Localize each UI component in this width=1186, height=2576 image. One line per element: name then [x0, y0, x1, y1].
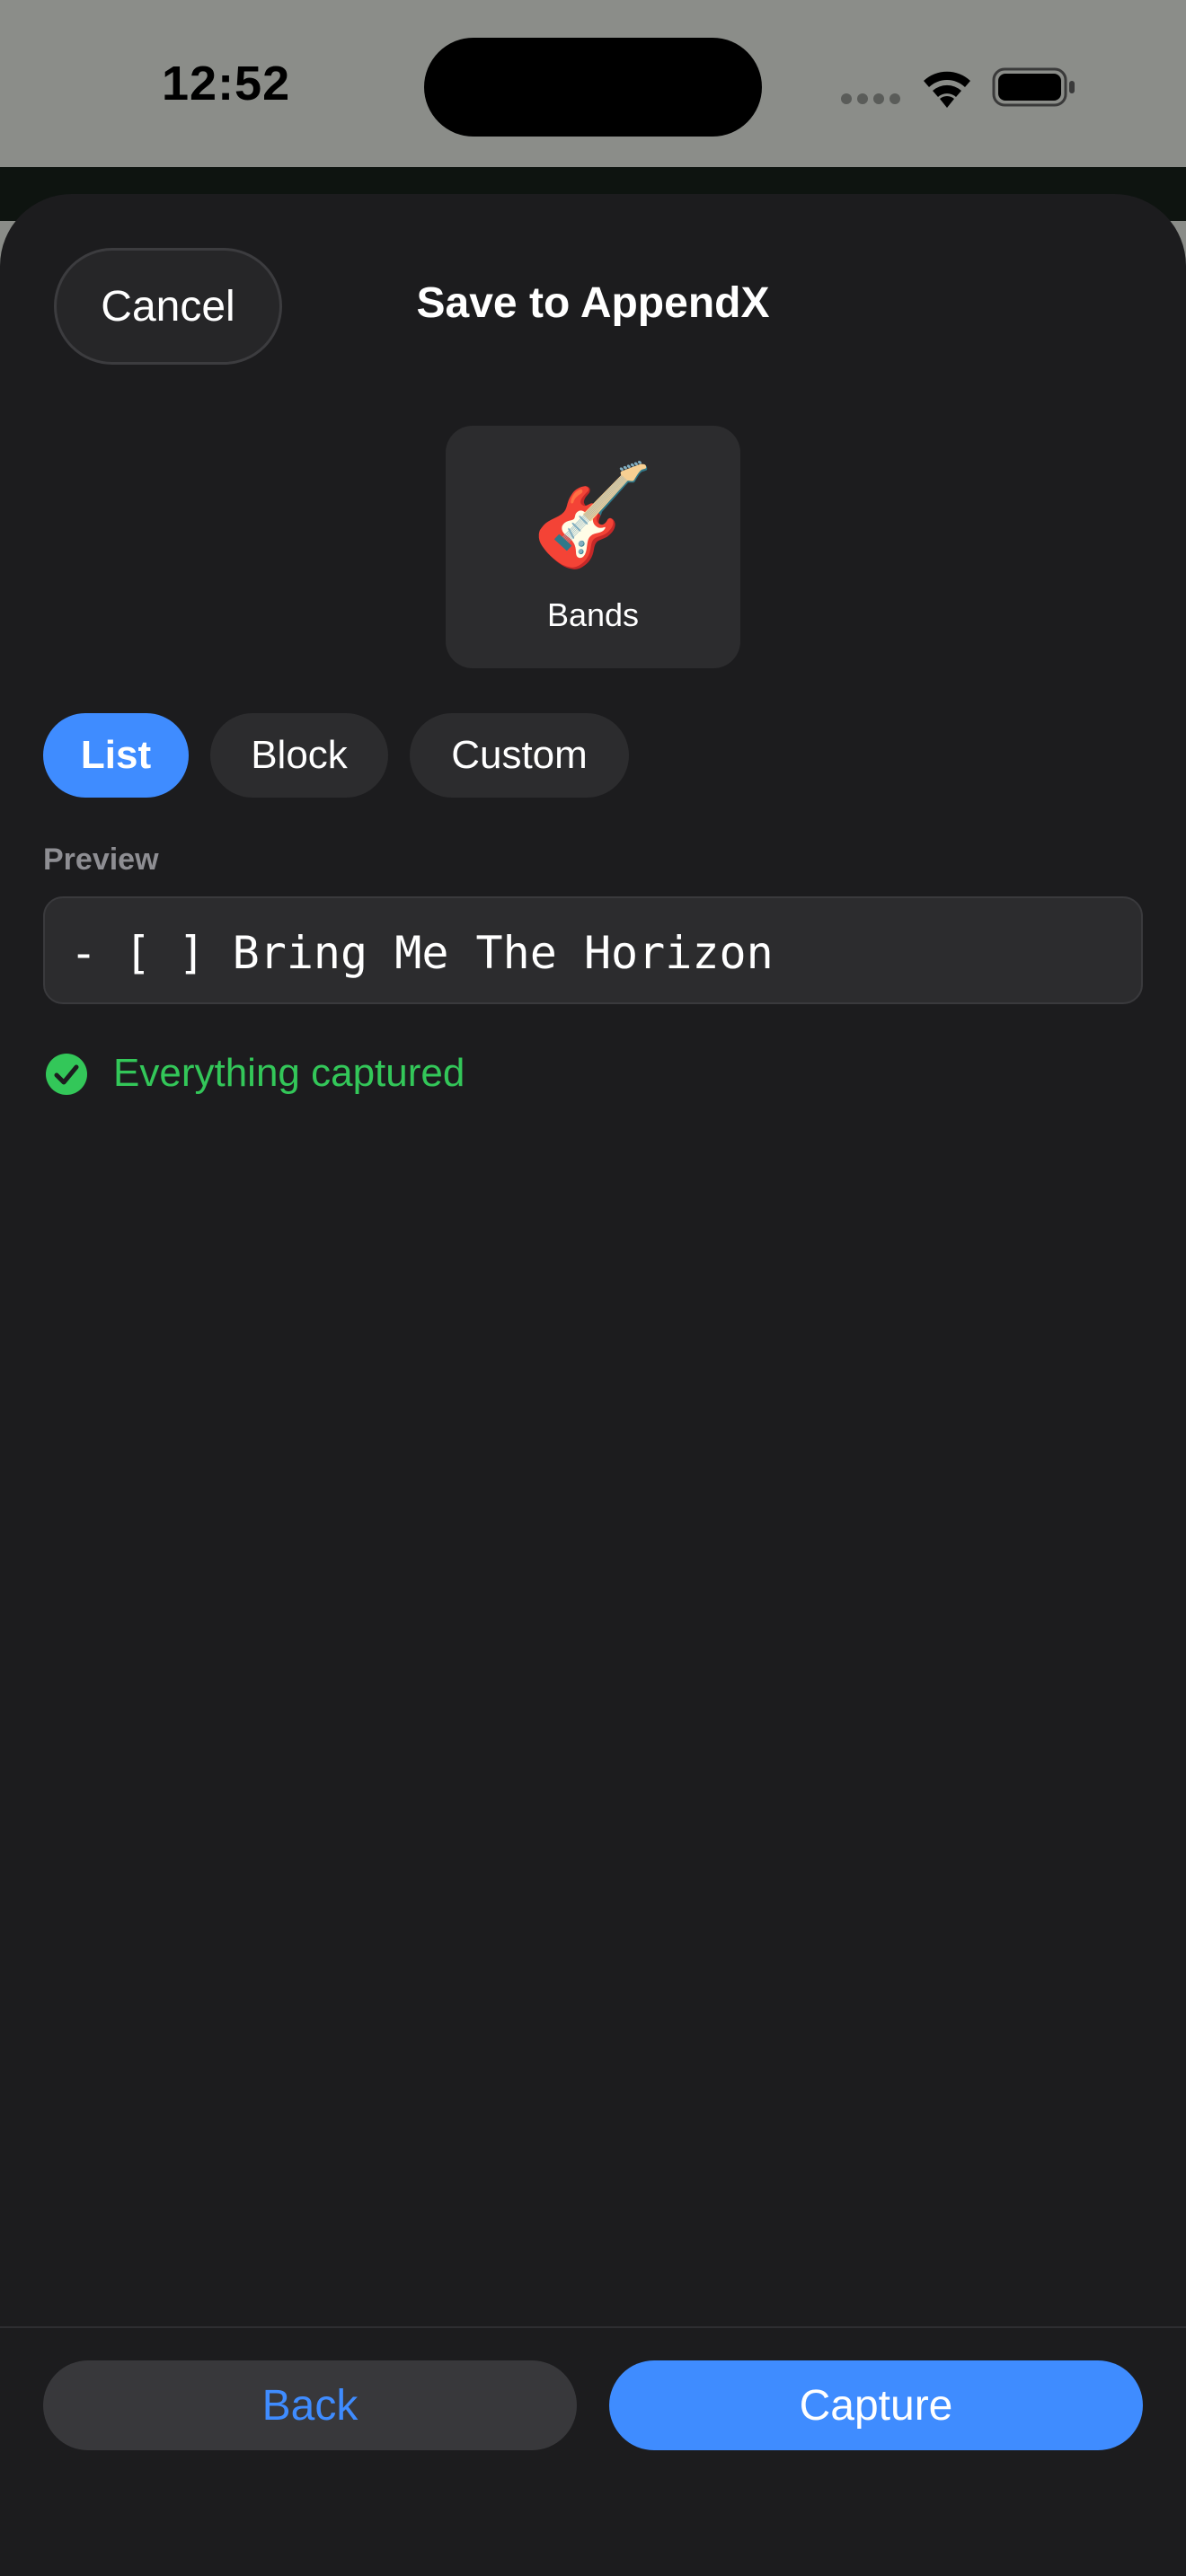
wifi-icon: [924, 71, 970, 108]
battery-icon: [992, 67, 1075, 107]
preview-box: - [ ] Bring Me The Horizon: [43, 896, 1143, 1004]
format-chip-list[interactable]: List: [43, 713, 189, 798]
sheet-title: Save to AppendX: [416, 279, 770, 327]
check-circle-icon: [46, 1054, 87, 1095]
dynamic-island: [424, 38, 762, 137]
status-time: 12:52: [162, 57, 291, 110]
guitar-icon: 🎸: [531, 460, 655, 570]
back-button[interactable]: Back: [43, 2360, 577, 2450]
status-bar: 12:52: [0, 0, 1186, 167]
cellular-signal-icon: [841, 93, 902, 106]
footer-divider: [0, 2326, 1186, 2328]
preview-label: Preview: [43, 842, 159, 877]
format-chip-block[interactable]: Block: [210, 713, 388, 798]
format-chip-custom[interactable]: Custom: [410, 713, 629, 798]
capture-button[interactable]: Capture: [609, 2360, 1143, 2450]
capture-status-text: Everything captured: [113, 1051, 465, 1095]
preview-text: - [ ] Bring Me The Horizon: [70, 927, 774, 979]
destination-label: Bands: [546, 596, 640, 633]
cancel-button[interactable]: Cancel: [54, 248, 282, 365]
